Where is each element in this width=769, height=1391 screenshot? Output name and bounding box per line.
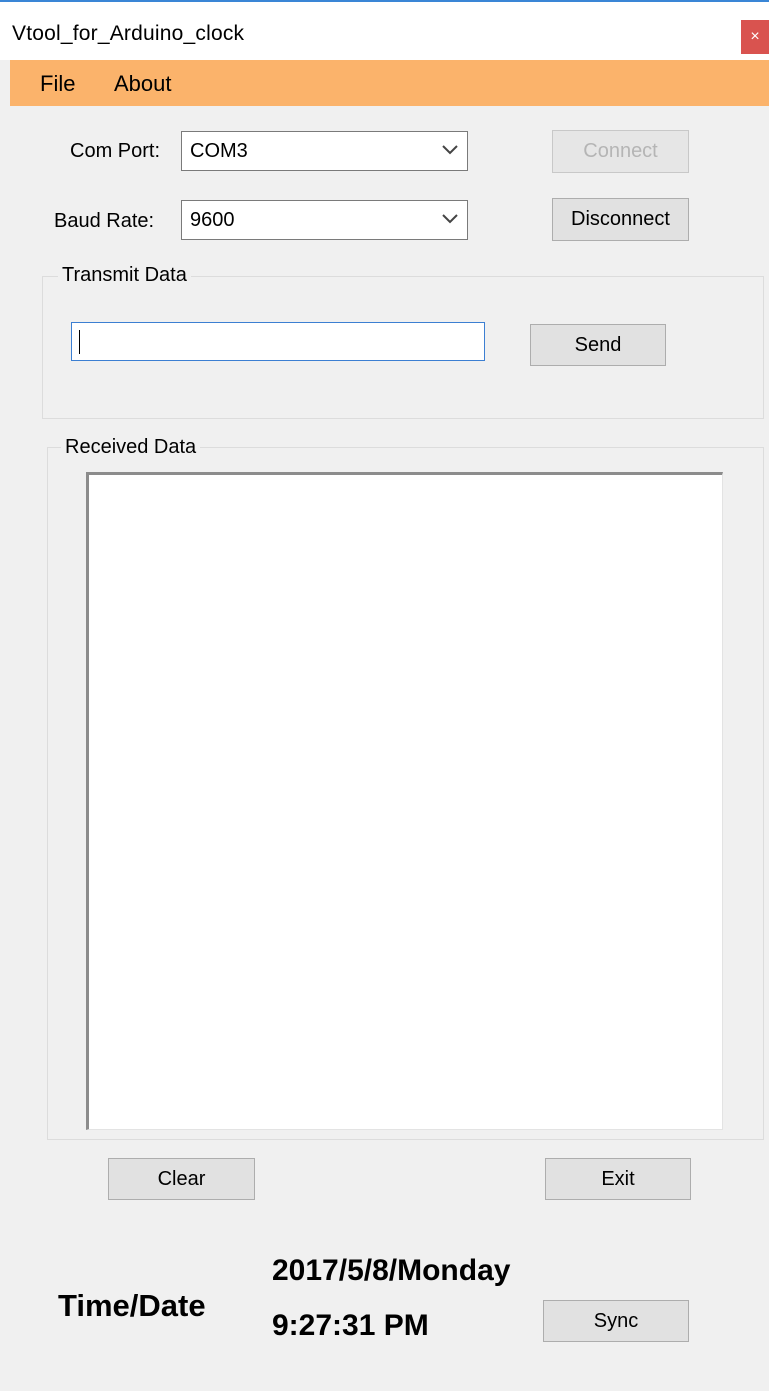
time-value: 9:27:31 PM (272, 1309, 429, 1342)
transmit-legend: Transmit Data (58, 264, 191, 287)
com-port-value: COM3 (190, 140, 248, 162)
menu-bar: File About (10, 60, 769, 106)
baud-rate-value: 9600 (190, 209, 235, 231)
com-port-select[interactable]: COM3 (181, 131, 468, 171)
com-port-label: Com Port: (70, 140, 161, 162)
connect-button[interactable]: Connect (552, 130, 689, 173)
received-legend: Received Data (61, 436, 201, 459)
menu-about[interactable]: About (114, 71, 172, 97)
chevron-down-icon (442, 145, 458, 155)
title-bar: Vtool_for_Arduino_clock × (0, 0, 769, 60)
exit-button[interactable]: Exit (545, 1158, 691, 1200)
chevron-down-icon (442, 214, 458, 224)
transmit-input[interactable] (71, 322, 485, 361)
clear-button[interactable]: Clear (108, 1158, 255, 1200)
baud-rate-label: Baud Rate: (54, 210, 155, 232)
window-title: Vtool_for_Arduino_clock (12, 22, 245, 45)
date-value: 2017/5/8/Monday (272, 1254, 511, 1287)
close-icon[interactable]: × (741, 20, 769, 54)
sync-button[interactable]: Sync (543, 1300, 689, 1342)
menu-file[interactable]: File (40, 71, 75, 97)
received-data-textarea[interactable] (86, 472, 723, 1130)
text-caret (79, 330, 80, 354)
time-date-label: Time/Date (58, 1288, 206, 1323)
baud-rate-select[interactable]: 9600 (181, 200, 468, 240)
send-button[interactable]: Send (530, 324, 666, 366)
disconnect-button[interactable]: Disconnect (552, 198, 689, 241)
